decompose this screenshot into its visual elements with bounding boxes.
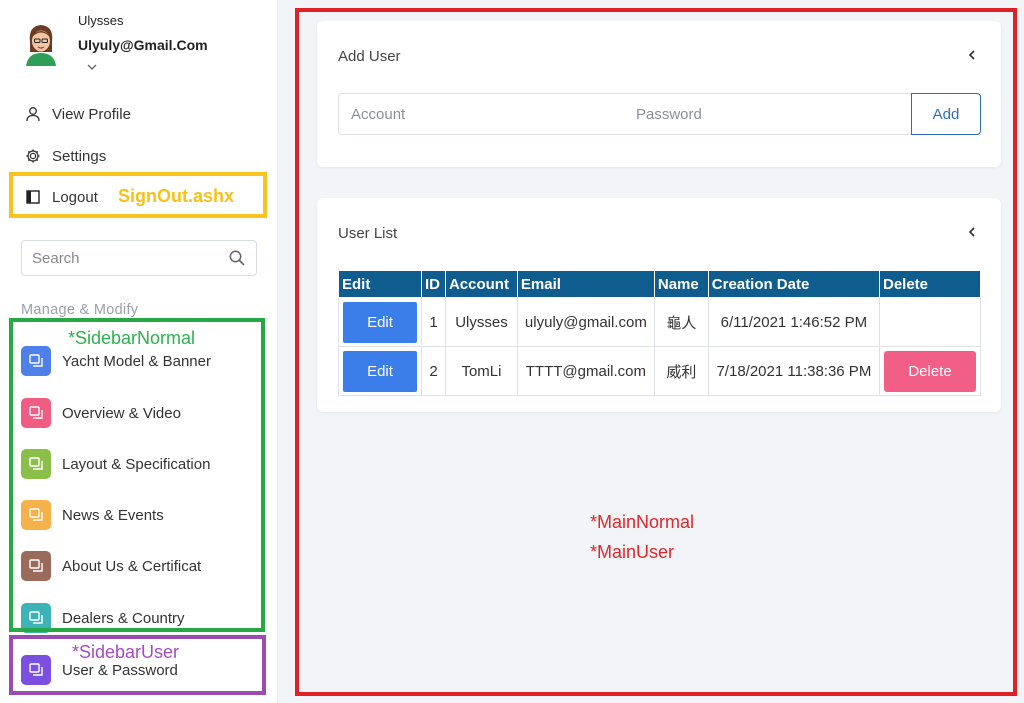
chevron-down-icon[interactable] <box>86 62 98 72</box>
sidebar-item[interactable]: News & Events <box>21 500 164 530</box>
edit-cell: Edit <box>338 346 422 396</box>
sidebar-normal-note: *SidebarNormal <box>68 328 196 348</box>
email-cell: ulyuly@gmail.com <box>516 297 655 347</box>
name-cell: 威利 <box>653 346 709 396</box>
password-input[interactable] <box>624 93 912 135</box>
chevron-left-icon[interactable] <box>967 225 977 239</box>
window-icon <box>21 449 51 479</box>
window-icon <box>21 603 51 633</box>
sidebar-item-label: Dealers & Country <box>62 609 185 627</box>
window-icon <box>21 346 51 376</box>
account-cell: Ulysses <box>444 297 518 347</box>
gear-icon <box>24 147 42 165</box>
sidebar-item[interactable]: About Us & Certificat <box>21 551 201 581</box>
delete-button[interactable]: Delete <box>884 350 976 392</box>
sidebar-item[interactable]: Layout & Specification <box>21 449 210 479</box>
section-title: Manage & Modify <box>21 302 139 318</box>
window-icon <box>21 500 51 530</box>
main-user-note: *MainUser <box>590 542 675 562</box>
logout-label: Logout <box>52 188 98 206</box>
user-table: Edit ID Account Email Name Creation Date… <box>338 270 981 396</box>
sidebar-item-label: Yacht Model & Banner <box>62 352 211 370</box>
view-profile-label: View Profile <box>52 105 131 123</box>
id-cell: 2 <box>421 346 446 396</box>
sidebar-item-label: Layout & Specification <box>62 455 211 473</box>
account-cell: TomLi <box>444 346 518 396</box>
table-header-row: Edit ID Account Email Name Creation Date… <box>338 270 981 298</box>
table-row: Edit 1 Ulysses ulyuly@gmail.com 龜人 6/11/… <box>338 297 981 347</box>
logout-icon <box>24 188 42 206</box>
edit-button[interactable]: Edit <box>343 350 417 392</box>
id-cell: 1 <box>421 297 446 347</box>
column-header: Name <box>653 270 709 298</box>
add-button[interactable]: Add <box>911 93 981 135</box>
avatar[interactable] <box>22 22 60 66</box>
edit-cell: Edit <box>338 297 422 347</box>
sidebar-item-label: Overview & Video <box>62 404 181 422</box>
view-profile-link[interactable]: View Profile <box>24 105 131 123</box>
main-note: *MainNormal *MainUser <box>590 507 694 567</box>
sidebar-user-note: *SidebarUser <box>72 642 180 662</box>
add-user-title: Add User <box>338 48 401 65</box>
settings-label: Settings <box>52 147 107 165</box>
profile-email: Ulyuly@Gmail.Com <box>78 37 208 53</box>
window-icon <box>21 398 51 428</box>
edit-button[interactable]: Edit <box>343 301 417 343</box>
sidebar-item-label: News & Events <box>62 506 164 524</box>
delete-cell <box>879 297 981 347</box>
window-icon <box>21 655 51 685</box>
user-list-title: User List <box>338 225 398 242</box>
column-header: Account <box>444 270 518 298</box>
column-header: Creation Date <box>707 270 881 298</box>
sidebar-item-label: User & Password <box>62 661 178 679</box>
sidebar-item[interactable]: Dealers & Country <box>21 603 185 633</box>
column-header: Delete <box>879 270 981 298</box>
profile-name: Ulysses <box>78 13 124 28</box>
account-input[interactable] <box>338 93 625 135</box>
user-list-card: User List Edit ID Account Email Name Cre… <box>317 198 1001 412</box>
main-normal-note: *MainNormal <box>590 512 695 532</box>
sidebar-item-label: About Us & Certificat <box>62 557 202 575</box>
sidebar-item[interactable]: Overview & Video <box>21 398 181 428</box>
delete-cell: Delete <box>879 346 981 396</box>
creation-date-cell: 6/11/2021 1:46:52 PM <box>707 297 881 347</box>
creation-date-cell: 7/18/2021 11:38:36 PM <box>707 346 881 396</box>
email-cell: TTTT@gmail.com <box>516 346 655 396</box>
sidebar: Ulysses Ulyuly@Gmail.Com View Profile Se… <box>0 0 278 703</box>
search-icon[interactable] <box>228 249 246 267</box>
search-input[interactable] <box>22 241 212 275</box>
column-header: ID <box>421 270 446 298</box>
user-icon <box>24 105 42 123</box>
column-header: Email <box>516 270 655 298</box>
table-row: Edit 2 TomLi TTTT@gmail.com 威利 7/18/2021… <box>338 346 981 396</box>
sidebar-item[interactable]: Yacht Model & Banner <box>21 346 211 376</box>
add-user-card: Add User Add <box>317 21 1001 167</box>
window-icon <box>21 551 51 581</box>
column-header: Edit <box>338 270 422 298</box>
name-cell: 龜人 <box>653 297 709 347</box>
logout-link[interactable]: Logout <box>24 188 98 206</box>
settings-link[interactable]: Settings <box>24 147 106 165</box>
signout-note: SignOut.ashx <box>118 186 235 206</box>
search-box <box>21 240 257 276</box>
chevron-left-icon[interactable] <box>967 48 977 62</box>
